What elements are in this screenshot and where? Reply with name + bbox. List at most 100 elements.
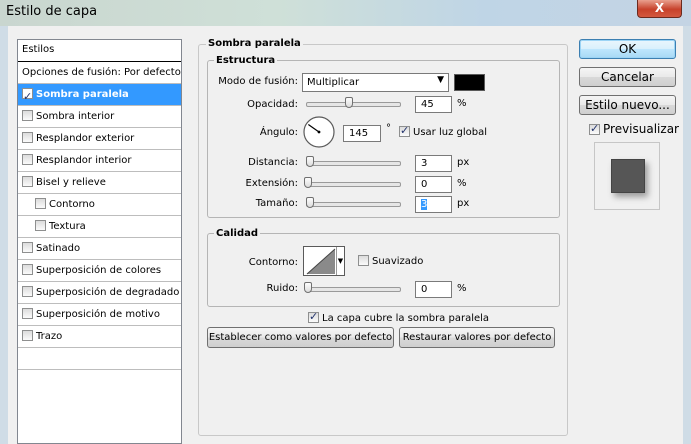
style-item-checkbox[interactable] [22,176,33,187]
opacity-label: Opacidad: [247,99,298,110]
style-item[interactable]: Superposición de colores [18,260,181,282]
drop-shadow-panel: Sombra paralela Estructura Modo de fusió… [198,26,568,444]
noise-slider-track[interactable] [306,287,401,292]
angle-input[interactable]: 145 [343,125,381,142]
size-input[interactable]: 3 [415,196,452,213]
knockout-check[interactable] [308,310,319,323]
size-value-selected: 3 [421,199,428,210]
close-button[interactable]: X [637,0,682,18]
angle-dial[interactable] [302,115,336,149]
noise-slider-thumb[interactable] [304,282,312,293]
style-item[interactable]: Resplandor interior [18,150,181,172]
blend-mode-value: Multiplicar [307,77,360,88]
style-item[interactable]: Bisel y relieve [18,172,181,194]
chevron-down-icon: ▼ [437,75,444,85]
styles-header[interactable]: Estilos [18,40,181,62]
spread-input[interactable]: 0 [415,176,452,193]
style-item-checkbox[interactable] [22,264,33,275]
size-slider-thumb[interactable] [306,197,314,208]
structure-title: Estructura [214,55,278,66]
make-default-button[interactable]: Establecer como valores por defecto [207,327,394,348]
drop-shadow-title: Sombra paralela [206,38,303,49]
style-item[interactable]: Superposición de degradado [18,282,181,304]
style-item-label: Trazo [36,331,63,342]
noise-input[interactable]: 0 [415,281,452,298]
style-preview [594,142,660,210]
style-list-empty-row [18,392,181,414]
knockout-checkbox[interactable]: La capa cubre la sombra paralela [308,310,490,324]
style-item-label: Resplandor exterior [36,133,135,144]
preview-label: Previsualizar [603,122,679,136]
ok-button[interactable]: OK [579,39,676,59]
opacity-input[interactable]: 45 [415,96,452,113]
style-item[interactable]: Satinado [18,238,181,260]
angle-unit: ° [386,123,391,134]
style-item-label: Superposición de motivo [36,309,160,320]
opacity-slider-thumb[interactable] [344,97,353,108]
chevron-down-icon[interactable]: ▼ [336,247,344,275]
distance-input[interactable]: 3 [415,155,452,172]
style-item-label: Textura [49,221,86,232]
size-unit: px [457,198,470,209]
style-item[interactable]: Trazo [18,326,181,348]
distance-slider-track[interactable] [306,161,401,166]
spread-unit: % [457,178,467,189]
contour-picker[interactable]: ▼ [303,246,345,276]
style-item-checkbox[interactable] [22,86,33,107]
preview-checkbox[interactable]: Previsualizar [589,122,679,136]
spread-slider-track[interactable] [306,182,401,187]
style-item-checkbox[interactable] [22,286,33,297]
angle-label: Ángulo: [259,127,298,138]
style-item[interactable]: Sombra interior [18,106,181,128]
size-slider-track[interactable] [306,202,401,207]
style-item[interactable]: Opciones de fusión: Por defecto [18,62,181,84]
knockout-label: La capa cubre la sombra paralela [322,313,490,324]
style-item-checkbox[interactable] [22,308,33,319]
size-label: Tamaño: [255,198,298,209]
new-style-button[interactable]: Estilo nuevo... [579,95,676,115]
preview-check[interactable] [589,122,600,135]
blend-mode-label: Modo de fusión: [218,76,298,87]
styles-list: Estilos Opciones de fusión: Por defecto S… [17,39,182,444]
style-item-checkbox[interactable] [22,154,33,165]
contour-label: Contorno: [248,257,298,268]
global-light-check[interactable] [399,124,410,137]
shadow-color-swatch[interactable] [454,74,485,91]
style-item[interactable]: Textura [18,216,181,238]
style-item-checkbox[interactable] [35,198,46,209]
spread-label: Extensión: [245,178,298,189]
antialias-checkbox[interactable]: Suavizado [358,255,423,267]
antialias-check[interactable] [358,255,369,266]
blend-mode-select[interactable]: Multiplicar ▼ [302,73,449,92]
distance-slider-thumb[interactable] [306,156,314,167]
style-item-label: Resplandor interior [36,155,132,166]
preview-thumbnail [611,159,645,193]
window-frame-left [0,26,8,444]
style-item-checkbox[interactable] [22,110,33,121]
style-item-label: Superposición de degradado [36,287,180,298]
global-light-checkbox[interactable]: Usar luz global [399,124,487,138]
spread-slider-thumb[interactable] [304,177,312,188]
style-item-checkbox[interactable] [22,330,33,341]
style-item-checkbox[interactable] [22,132,33,143]
style-item-checkbox[interactable] [22,242,33,253]
quality-title: Calidad [214,228,261,239]
cancel-button[interactable]: Cancelar [579,67,676,87]
antialias-label: Suavizado [372,256,424,267]
style-item[interactable]: Resplandor exterior [18,128,181,150]
noise-label: Ruido: [266,283,298,294]
close-icon: X [654,1,665,15]
style-item-checkbox[interactable] [35,220,46,231]
title-bar: Estilo de capa X [0,0,691,26]
style-item[interactable]: Superposición de motivo [18,304,181,326]
style-item-label: Superposición de colores [36,265,162,276]
style-item[interactable]: Sombra paralela [18,84,181,107]
window-title: Estilo de capa [6,4,98,19]
quality-group [207,233,560,307]
style-item[interactable]: Contorno [18,194,181,216]
style-list-empty-row [18,370,181,392]
opacity-slider-track[interactable] [306,102,401,107]
style-item-label: Opciones de fusión: Por defecto [22,67,181,78]
reset-default-button[interactable]: Restaurar valores por defecto [399,327,555,348]
noise-unit: % [457,283,467,294]
